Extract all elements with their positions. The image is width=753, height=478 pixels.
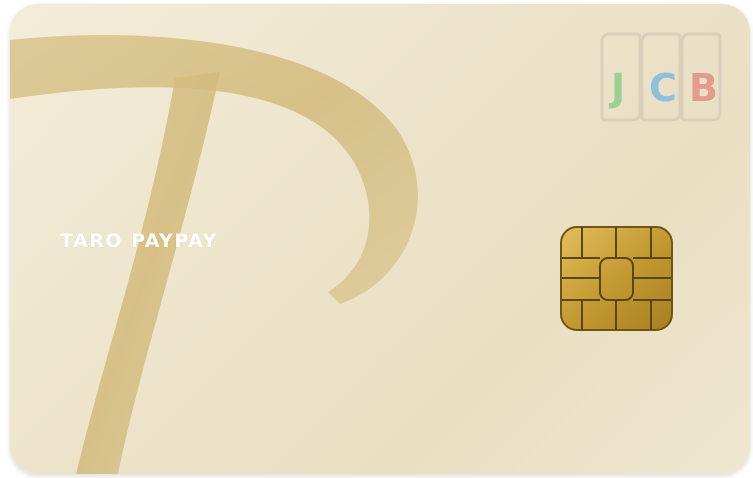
cardholder-name: TARO PAYPAY bbox=[60, 230, 218, 252]
jcb-letter-c: C bbox=[649, 66, 677, 110]
jcb-letter-j: J bbox=[611, 66, 626, 110]
credit-card: TARO PAYPAY J C B bbox=[10, 4, 750, 474]
jcb-letter-b: B bbox=[689, 66, 718, 110]
jcb-logo-icon: J C B bbox=[598, 30, 728, 125]
emv-chip-icon bbox=[560, 226, 673, 331]
